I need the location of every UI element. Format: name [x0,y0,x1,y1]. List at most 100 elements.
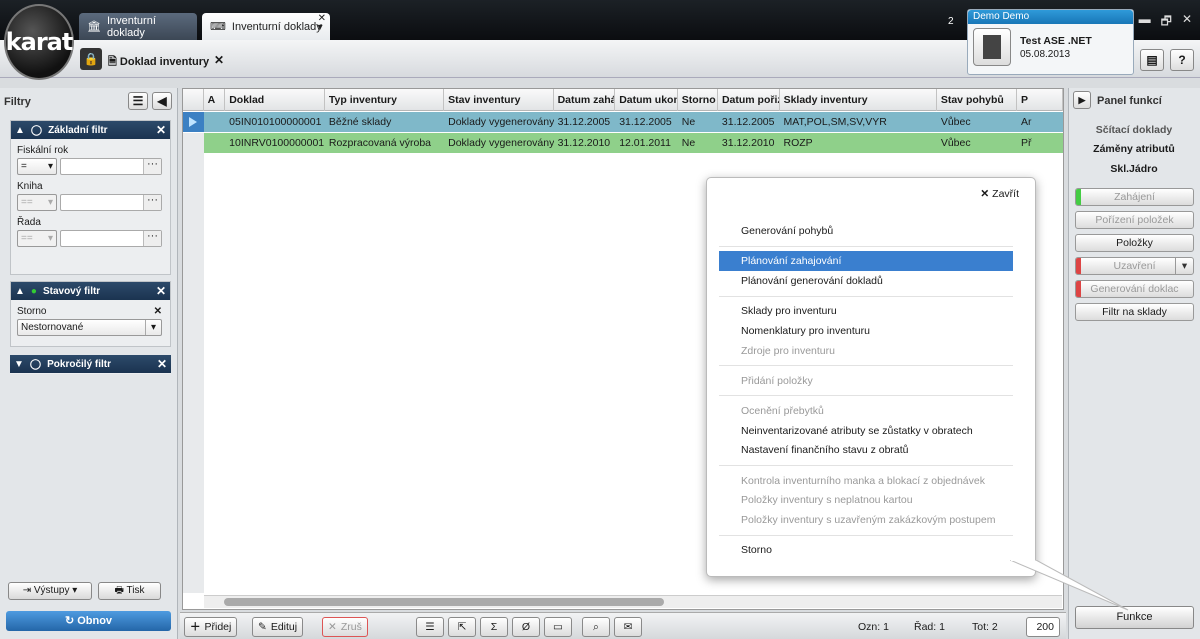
menu-item-plan-doc-generation[interactable]: Plánování generování dokladů [719,271,1013,291]
advanced-filter-header[interactable]: ▼ ◯ Pokročilý filtr ✕ [10,355,171,373]
cell-doklad: 05IN010100000001 [229,116,322,128]
menu-item-invalid-card-items[interactable]: Položky inventury s neplatnou kartou [719,490,1013,510]
column-storno[interactable]: Storno [678,89,718,111]
series-operator[interactable]: == ▾ [17,230,57,247]
user-panel[interactable]: Demo Demo Test ASE .NET 05.08.2013 [967,9,1134,75]
menu-item-financial-state[interactable]: Nastavení finančního stavu z obratů [719,440,1013,460]
help-button[interactable]: ? [1170,49,1194,71]
item-acquisition-button[interactable]: Pořízení položek [1075,211,1194,229]
warehouse-filter-button[interactable]: Filtr na sklady [1075,303,1194,321]
column-datum-porizeni[interactable]: Datum pořiz [718,89,780,111]
list-icon[interactable]: ☰ [416,617,444,637]
table-row[interactable]: 05IN010100000001 Běžné sklady Doklady vy… [183,112,1063,132]
cancel-button[interactable]: ✕ Zruš [322,617,368,637]
calculator-icon[interactable]: ▤ [1140,49,1164,71]
collapse-left-icon[interactable]: ◀ [152,92,172,110]
cell-datum-porizeni: 31.12.2005 [721,116,775,128]
expand-right-icon[interactable]: ▶ [1073,91,1091,109]
fiscal-year-input[interactable]: ··· [60,158,162,175]
close-filter-icon[interactable]: ✕ [156,284,166,298]
close-filter-icon[interactable]: ✕ [157,357,167,371]
summing-docs-text: Sčítací doklady [1095,124,1173,136]
print-button[interactable]: 🖶 Tisk [98,582,161,600]
collapse-icon[interactable]: ▲ [15,286,25,297]
cell-datum-zahajeni: 31.12.2010 [557,137,611,149]
menu-item-closed-order-items[interactable]: Položky inventury s uzavřeným zakázkovým… [719,510,1013,530]
outputs-button[interactable]: ⇥ Výstupy ▾ [8,582,92,600]
table-row[interactable]: 10INRV0100000001 Rozpracovaná výroba Dok… [183,133,1063,153]
column-doklad[interactable]: Doklad [225,89,325,111]
sum-icon[interactable]: Σ [480,617,508,637]
window-icon[interactable]: ▭ [544,617,572,637]
expand-icon[interactable]: ▼ [14,359,24,370]
minimize-icon[interactable]: ▬ [1139,12,1151,33]
menu-item-plan-start[interactable]: Plánování zahajování [719,251,1013,271]
karat-logo: karat [4,4,74,80]
close-inventory-button[interactable]: Uzavření ▾ [1075,257,1194,275]
document-title: 🗎 Doklad inventury [108,56,210,68]
cell-stav: Doklady vygenerovány [448,116,554,128]
tab-label: Inventurní doklady [231,20,322,33]
fiscal-year-operator[interactable]: = ▾ [17,158,57,175]
menu-item-storno[interactable]: Storno [719,540,1013,560]
series-input[interactable]: ··· [60,230,162,247]
basic-filter-header[interactable]: ▲ ◯ Základní filtr ✕ [11,121,170,139]
book-input[interactable]: ··· [60,194,162,211]
close-document-icon[interactable]: ✕ [214,53,224,67]
pointer-icon[interactable]: ⇱ [448,617,476,637]
tab-counter[interactable]: 2 [948,16,954,27]
restore-icon[interactable]: 🗗 [1161,12,1172,33]
cell-datum-ukonceni: 31.12.2005 [619,116,672,128]
items-button[interactable]: Položky [1075,234,1194,252]
close-filter-icon[interactable]: ✕ [156,123,166,137]
menu-item-sources[interactable]: Zdroje pro inventuru [719,341,1013,361]
scroll-thumb[interactable] [224,598,664,606]
total-count: Tot: 2 [972,621,998,633]
keyboard-icon: ⌨ [210,21,226,33]
cell-p: Př [1021,137,1032,149]
tab-inventurni-doklady-1[interactable]: 🏛 Inventurní doklady [79,13,197,40]
book-operator[interactable]: == ▾ [17,194,57,211]
clear-storno-icon[interactable]: ✕ [154,306,162,317]
comment-icon[interactable]: ✉ [614,617,642,637]
page-size-input[interactable]: 200 [1026,617,1060,637]
start-button[interactable]: Zahájení [1075,188,1194,206]
menu-icon[interactable]: ☰ [128,92,148,110]
column-stav-pohybu[interactable]: Stav pohybů [937,89,1018,111]
edit-button[interactable]: ✎ Edituj [252,617,304,637]
column-stav-inventury[interactable]: Stav inventury [444,89,554,111]
filter-panel-title: Filtry [4,96,31,108]
collapse-icon[interactable]: ▲ [15,125,25,136]
column-datum-zahajeni[interactable]: Datum zaháj [554,89,616,111]
menu-item-add-item[interactable]: Přidání položky [719,371,1013,391]
refresh-button[interactable]: ↻ Obnov [6,611,171,631]
menu-item-surplus-valuation[interactable]: Ocenění přebytků [719,401,1013,421]
row-selector-icon[interactable] [183,112,204,132]
add-button[interactable]: ＋ Přidej [184,617,238,637]
column-sklady-inventury[interactable]: Sklady inventury [780,89,937,111]
menu-item-shortage-check[interactable]: Kontrola inventurního manka a blokací z … [719,471,1013,491]
column-typ-inventury[interactable]: Typ inventury [325,89,445,111]
menu-item-nomenclatures[interactable]: Nomenklatury pro inventuru [719,321,1013,341]
tab-close-icon[interactable]: ✕ ▾ [318,14,326,33]
status-filter-title: Stavový filtr [42,285,101,297]
column-datum-ukonceni[interactable]: Datum ukon [615,89,678,111]
column-a[interactable]: A [204,89,226,111]
book-label: Kniha [17,181,43,192]
horizontal-scrollbar[interactable] [204,595,1062,608]
lock-icon[interactable]: 🔒 [80,48,102,70]
search-doc-icon[interactable]: ⌕ [582,617,610,637]
status-filter-header[interactable]: ▲ ● Stavový filtr ✕ [11,282,170,300]
storno-select[interactable]: Nestornované ▾ [17,319,162,336]
column-p[interactable]: P [1017,89,1064,111]
fiscal-year-label: Fiskální rok [17,145,69,156]
generate-docs-button[interactable]: Generování doklac [1075,280,1194,298]
menu-item-warehouses[interactable]: Sklady pro inventuru [719,301,1013,321]
tab-inventurni-doklady-2[interactable]: ⌨ Inventurní doklady ✕ ▾ [202,13,330,40]
popup-pointer [1010,560,1129,611]
popup-close-button[interactable]: ✕ Zavřít [980,188,1019,200]
menu-item-generate-movements[interactable]: Generování pohybů [719,221,1013,241]
close-window-icon[interactable]: ✕ [1182,12,1192,33]
null-icon[interactable]: Ø [512,617,540,637]
menu-item-uninventoried-attributes[interactable]: Neinventarizované atributy se zůstatky v… [719,421,1013,441]
